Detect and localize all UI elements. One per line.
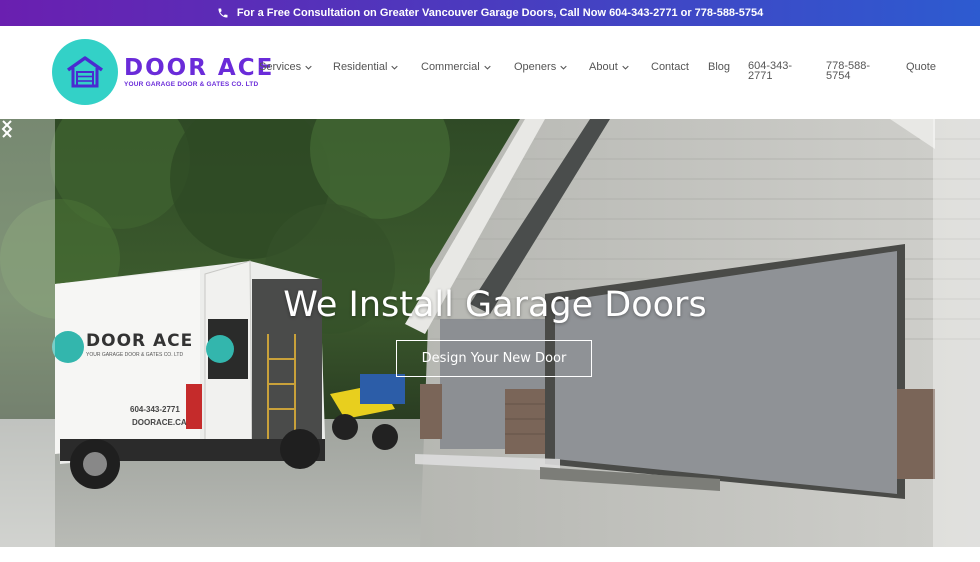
logo-circle bbox=[52, 39, 118, 105]
nav-item-services[interactable]: Services bbox=[259, 61, 312, 73]
page-content-start bbox=[0, 547, 980, 562]
chevron-right-icon[interactable] bbox=[0, 119, 14, 139]
garage-house-icon bbox=[66, 56, 104, 88]
hero-slider: DOOR ACE YOUR GARAGE DOOR & GATES CO. LT… bbox=[0, 119, 980, 547]
nav-item-label: Contact bbox=[651, 61, 689, 73]
van-site-text: DOORACE.CA bbox=[132, 418, 187, 427]
nav-item-label: Openers bbox=[514, 61, 557, 73]
chevron-down-icon bbox=[560, 65, 567, 70]
nav-item-openers[interactable]: Openers bbox=[514, 61, 567, 73]
logo-name: DOOR ACE bbox=[124, 55, 275, 81]
nav-item-phone-2[interactable]: 778-588-5754 bbox=[826, 61, 878, 82]
nav-item-about[interactable]: About bbox=[589, 61, 629, 73]
van-phone-text: 604-343-2771 bbox=[130, 405, 180, 414]
nav-item-label: Residential bbox=[333, 61, 388, 73]
nav-item-blog[interactable]: Blog bbox=[708, 61, 730, 73]
site-header: DOOR ACE YOUR GARAGE DOOR & GATES CO. LT… bbox=[0, 26, 980, 119]
nav-item-label: Services bbox=[259, 61, 302, 73]
chevron-down-icon bbox=[622, 65, 629, 70]
chevron-down-icon bbox=[391, 65, 399, 70]
design-door-button[interactable]: Design Your New Door bbox=[396, 340, 592, 377]
nav-item-quote[interactable]: Quote bbox=[906, 61, 936, 73]
nav-item-phone-1[interactable]: 604-343-2771 bbox=[748, 61, 800, 82]
announcement-bar: For a Free Consultation on Greater Vanco… bbox=[0, 0, 980, 26]
logo[interactable]: DOOR ACE YOUR GARAGE DOOR & GATES CO. LT… bbox=[52, 39, 272, 105]
nav-item-label: About bbox=[589, 61, 618, 73]
van-brand-text: DOOR ACE bbox=[86, 331, 194, 351]
chevron-down-icon bbox=[484, 65, 491, 70]
nav-item-commercial[interactable]: Commercial bbox=[421, 61, 491, 73]
nav-item-label: Commercial bbox=[421, 61, 480, 73]
phone-icon bbox=[218, 8, 228, 18]
nav-item-residential[interactable]: Residential bbox=[333, 61, 399, 73]
hero-title: We Install Garage Doors bbox=[283, 285, 707, 325]
van-tagline-text: YOUR GARAGE DOOR & GATES CO. LTD bbox=[86, 352, 184, 358]
announcement-text[interactable]: For a Free Consultation on Greater Vanco… bbox=[237, 7, 763, 19]
chevron-down-icon bbox=[305, 65, 312, 70]
logo-tagline: YOUR GARAGE DOOR & GATES CO. LTD bbox=[124, 81, 259, 88]
nav-item-label: Quote bbox=[906, 61, 936, 73]
nav-item-contact[interactable]: Contact bbox=[651, 61, 689, 73]
nav-item-label: Blog bbox=[708, 61, 731, 73]
